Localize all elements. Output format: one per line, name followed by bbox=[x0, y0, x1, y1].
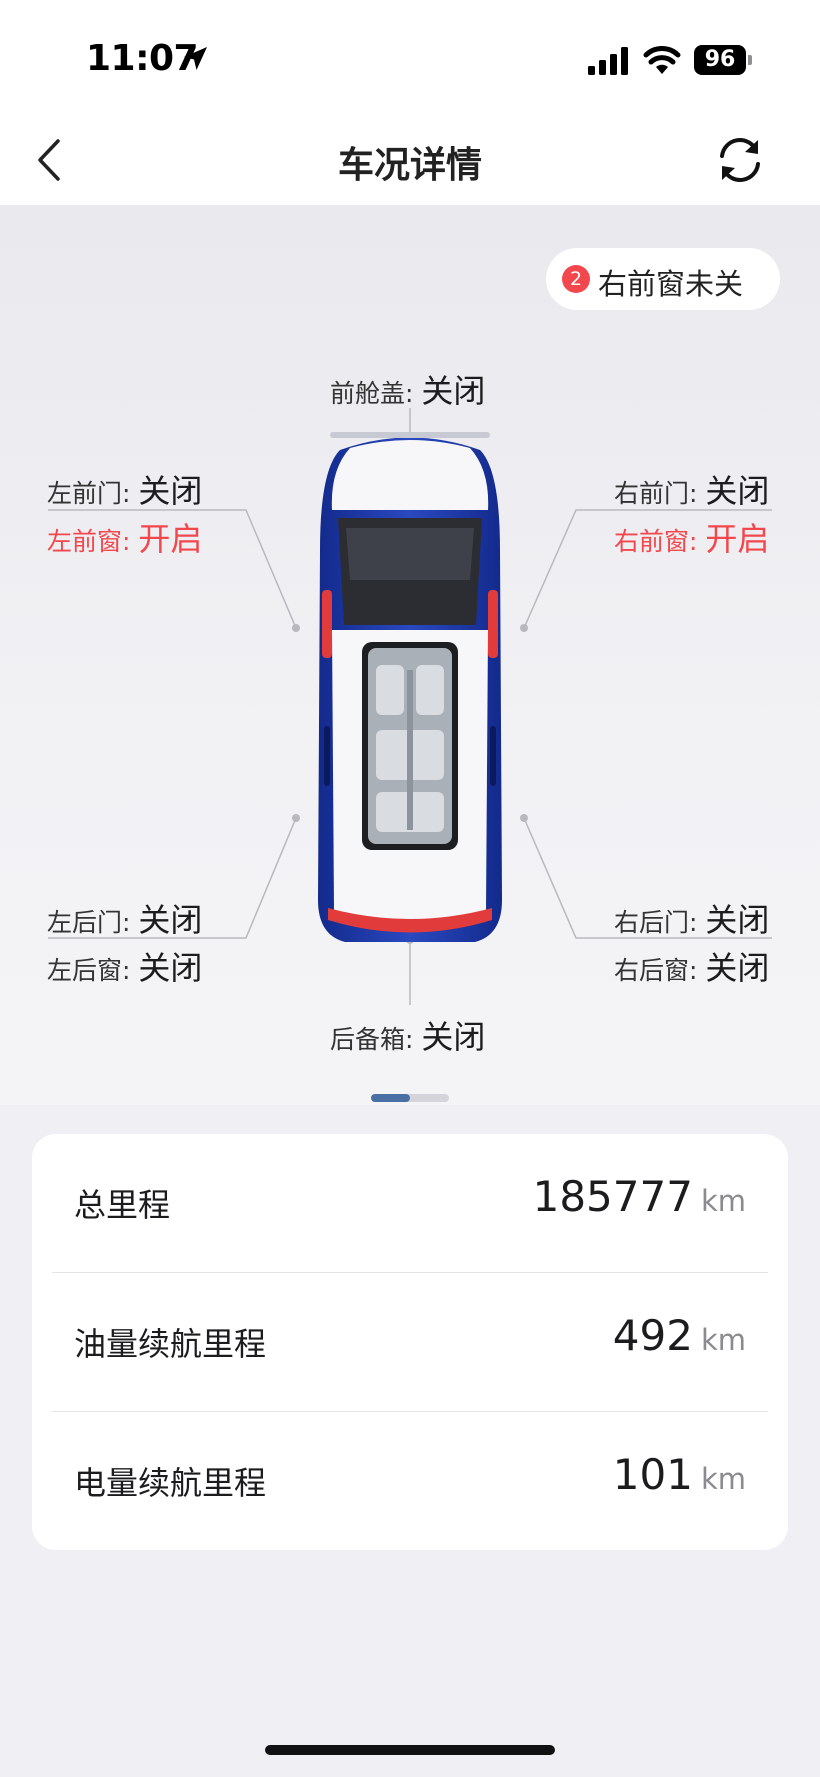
navigation-bar: 车况详情 bbox=[0, 110, 820, 205]
battery-icon: 96 bbox=[694, 45, 752, 75]
battery-tip bbox=[748, 55, 752, 65]
right-front-window-label: 右前窗: bbox=[614, 527, 706, 556]
car-top-view bbox=[318, 432, 502, 942]
page-title: 车况详情 bbox=[337, 145, 482, 186]
wifi-icon bbox=[643, 46, 681, 74]
total-mileage-value: 185777 km bbox=[533, 1172, 746, 1221]
electric-range-number: 101 bbox=[612, 1450, 693, 1499]
left-rear-window-value: 关闭 bbox=[138, 949, 203, 987]
electric-range-label: 电量续航里程 bbox=[74, 1464, 267, 1502]
page-indicator[interactable] bbox=[371, 1094, 449, 1102]
fuel-range-unit: km bbox=[700, 1323, 746, 1357]
total-mileage-label: 总里程 bbox=[74, 1186, 171, 1224]
electric-range-value: 101 km bbox=[613, 1450, 746, 1499]
left-rear-door-label: 左后门: bbox=[47, 908, 139, 937]
battery-level: 96 bbox=[694, 45, 746, 75]
left-front-window-value: 开启 bbox=[138, 520, 203, 558]
fuel-range-label: 油量续航里程 bbox=[74, 1325, 267, 1363]
electric-range-unit: km bbox=[700, 1462, 746, 1496]
right-front-door-label: 右前门: bbox=[614, 479, 706, 508]
refresh-icon[interactable] bbox=[712, 132, 768, 188]
hood-value: 关闭 bbox=[421, 372, 486, 410]
mileage-row: 电量续航里程 101 km bbox=[32, 1412, 788, 1550]
left-front-window-status: 左前窗: 开启 bbox=[47, 514, 202, 560]
alert-text: 右前窗未关 bbox=[598, 267, 744, 301]
left-front-door-value: 关闭 bbox=[138, 472, 203, 510]
right-front-door-status: 右前门: 关闭 bbox=[614, 466, 769, 512]
right-rear-door-status: 右后门: 关闭 bbox=[614, 895, 769, 941]
right-rear-window-status: 右后窗: 关闭 bbox=[614, 943, 769, 989]
mileage-card: 总里程 185777 km 油量续航里程 492 km 电量续航里程 101 km bbox=[32, 1134, 788, 1550]
hood-status: 前舱盖: 关闭 bbox=[330, 366, 485, 412]
trunk-label: 后备箱: bbox=[330, 1025, 422, 1054]
left-front-window-label: 左前窗: bbox=[47, 527, 139, 556]
status-bar: 11:07 96 bbox=[0, 0, 820, 110]
hood-label: 前舱盖: bbox=[330, 379, 422, 408]
right-rear-window-value: 关闭 bbox=[705, 949, 770, 987]
fuel-range-value: 492 km bbox=[613, 1311, 746, 1360]
fuel-range-number: 492 bbox=[612, 1311, 693, 1360]
right-front-window-status: 右前窗: 开启 bbox=[614, 514, 769, 560]
mileage-row: 总里程 185777 km bbox=[32, 1134, 788, 1272]
total-mileage-unit: km bbox=[700, 1184, 746, 1218]
left-front-door-label: 左前门: bbox=[47, 479, 139, 508]
page-indicator-active bbox=[371, 1094, 410, 1102]
left-rear-window-label: 左后窗: bbox=[47, 956, 139, 985]
alert-badge[interactable]: 2 右前窗未关 bbox=[546, 248, 780, 310]
left-rear-window-status: 左后窗: 关闭 bbox=[47, 943, 202, 989]
right-rear-door-label: 右后门: bbox=[614, 908, 706, 937]
right-front-door-value: 关闭 bbox=[705, 472, 770, 510]
trunk-status: 后备箱: 关闭 bbox=[330, 1012, 485, 1058]
left-front-door-status: 左前门: 关闭 bbox=[47, 466, 202, 512]
mileage-row: 油量续航里程 492 km bbox=[32, 1273, 788, 1411]
alert-count: 2 bbox=[562, 265, 590, 293]
trunk-value: 关闭 bbox=[421, 1018, 486, 1056]
left-rear-door-status: 左后门: 关闭 bbox=[47, 895, 202, 941]
location-arrow-icon bbox=[184, 47, 207, 70]
right-rear-door-value: 关闭 bbox=[705, 901, 770, 939]
total-mileage-number: 185777 bbox=[532, 1172, 693, 1221]
right-front-window-value: 开启 bbox=[705, 520, 770, 558]
left-rear-door-value: 关闭 bbox=[138, 901, 203, 939]
right-rear-window-label: 右后窗: bbox=[614, 956, 706, 985]
home-indicator[interactable] bbox=[265, 1745, 555, 1755]
cellular-signal-icon bbox=[588, 47, 628, 75]
